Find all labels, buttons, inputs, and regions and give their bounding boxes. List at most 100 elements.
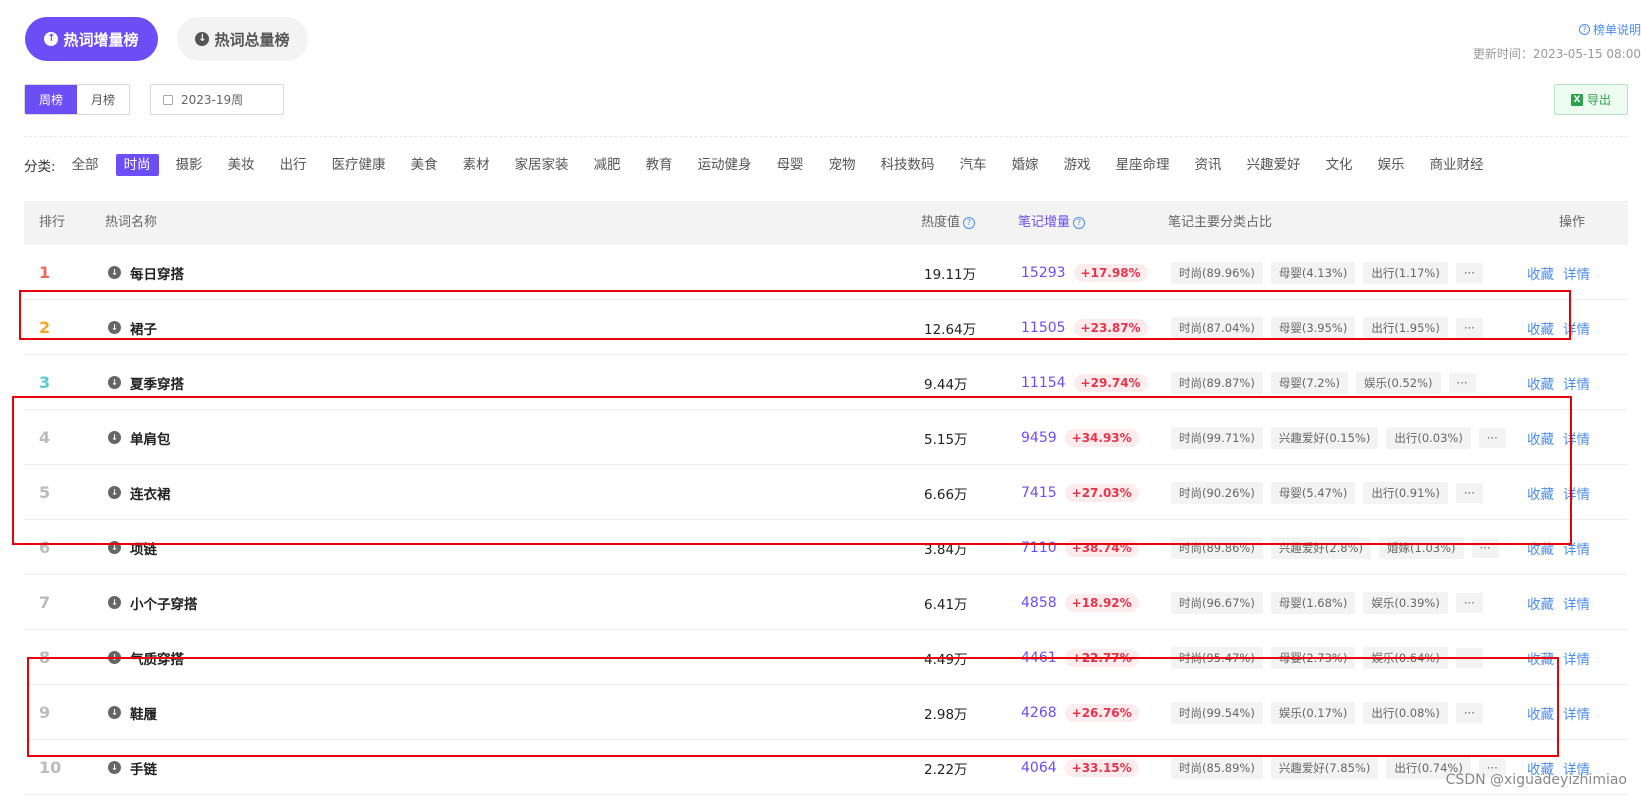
category-share-tag: 时尚(89.96%) [1171, 261, 1263, 284]
board-explain-link[interactable]: ? 榜单说明 [1578, 21, 1641, 38]
category-item[interactable]: 母婴 [769, 154, 812, 176]
category-share-tag: 娱乐(0.39%) [1363, 591, 1448, 614]
detail-link[interactable]: 详情 [1563, 373, 1590, 393]
category-item[interactable]: 资讯 [1187, 154, 1230, 176]
detail-link[interactable]: 详情 [1563, 263, 1590, 283]
table-row: 7 ↓ 小个子穿搭 6.41万 4858 +18.92% 时尚(96.67%) 母婴(1.68… [24, 575, 1628, 630]
detail-link[interactable]: 详情 [1563, 593, 1590, 613]
category-share-tag: 娱乐(0.52%) [1356, 371, 1441, 394]
hotword-icon: ↓ [108, 761, 121, 774]
increment-value: 4858 [1021, 594, 1057, 611]
header-heat: 热度值? [921, 201, 976, 245]
table-header: 排行 热词名称 热度值? 笔记增量? 笔记主要分类占比 操作 [24, 201, 1628, 245]
more-tags-button[interactable]: ··· [1455, 262, 1483, 283]
favorite-link[interactable]: 收藏 [1527, 373, 1554, 393]
header-name: 热词名称 [105, 215, 158, 230]
question-icon[interactable]: ? [1073, 216, 1086, 229]
category-item[interactable]: 美妆 [220, 154, 263, 176]
increment-value: 15293 [1021, 264, 1066, 281]
hotword-icon: ↓ [108, 596, 121, 609]
annotation-box [19, 290, 1571, 340]
category-item[interactable]: 医疗健康 [324, 154, 394, 176]
category-share-tags: 时尚(96.67%) 母婴(1.68%) 娱乐(0.39%) ··· [1171, 575, 1491, 630]
header-heat-label: 热度值 [921, 215, 961, 230]
increment-value: 11154 [1021, 374, 1066, 391]
watermark: CSDN @xiguadeyizhimiao [1445, 772, 1627, 788]
category-item[interactable]: 美食 [403, 154, 446, 176]
category-share-tag: 兴趣爱好(7.85%) [1270, 756, 1379, 779]
heat-value: 6.41万 [924, 596, 968, 613]
category-share-tag: 母婴(7.2%) [1270, 371, 1349, 394]
category-item[interactable]: 家居家装 [507, 154, 577, 176]
hotword-name[interactable]: ↓ 小个子穿搭 [108, 575, 198, 630]
arrow-down-circle-icon: ↓ [195, 32, 210, 46]
question-icon[interactable]: ? [963, 216, 976, 229]
more-tags-button[interactable]: ··· [1448, 372, 1476, 393]
category-item[interactable]: 汽车 [952, 154, 995, 176]
export-label: 导出 [1586, 93, 1611, 107]
more-tags-button[interactable]: ··· [1455, 592, 1483, 613]
period-toggle: 周榜 月榜 [24, 84, 130, 115]
header-rank: 排行 [39, 215, 66, 230]
category-item[interactable]: 科技数码 [873, 154, 943, 176]
category-share-tag: 出行(1.17%) [1363, 261, 1448, 284]
increment-percent-badge: +29.74% [1073, 373, 1148, 392]
category-item[interactable]: 全部 [64, 154, 107, 176]
category-share-tag: 时尚(89.87%) [1171, 371, 1263, 394]
increment-percent-badge: +17.98% [1073, 263, 1148, 282]
category-item[interactable]: 出行 [272, 154, 315, 176]
row-actions: 收藏 详情 [1527, 575, 1599, 630]
week-button[interactable]: 周榜 [25, 85, 77, 114]
month-button[interactable]: 月榜 [77, 85, 129, 114]
header-inc-label: 笔记增量 [1018, 215, 1071, 230]
hotword-label: 夏季穿搭 [130, 376, 184, 393]
date-value: 2023-19周 [181, 93, 244, 107]
date-picker[interactable]: 2023-19周 [150, 84, 284, 115]
category-item[interactable]: 婚嫁 [1004, 154, 1047, 176]
export-button[interactable]: X 导出 [1554, 84, 1628, 115]
question-icon: ? [1578, 24, 1590, 35]
category-item[interactable]: 减肥 [586, 154, 629, 176]
category-item[interactable]: 时尚 [115, 154, 159, 176]
annotation-box [12, 396, 1572, 545]
category-item[interactable]: 运动健身 [690, 154, 760, 176]
category-item[interactable]: 摄影 [168, 154, 211, 176]
category-bar: 分类: 全部 时尚 摄影 美妆 出行 医疗健康 美食 素材 家居家装 减肥 教育 运动健身 母婴 宠物 科技… [24, 154, 1501, 176]
category-label: 分类: [24, 159, 56, 175]
annotation-box [27, 657, 1559, 757]
category-item[interactable]: 素材 [455, 154, 498, 176]
header-category-share: 笔记主要分类占比 [1168, 215, 1273, 230]
hotword-label: 每日穿搭 [130, 266, 184, 283]
tab-hotword-increment[interactable]: ↑ 热词增量榜 [25, 17, 158, 61]
hotword-label: 手链 [130, 761, 157, 778]
update-time: 更新时间：2023-05-15 08:00 [1472, 47, 1641, 61]
rank-number: 7 [39, 593, 51, 612]
hotword-label: 小个子穿搭 [130, 596, 198, 613]
category-item[interactable]: 星座命理 [1108, 154, 1178, 176]
category-item[interactable]: 文化 [1318, 154, 1361, 176]
calendar-icon [163, 94, 173, 105]
tab-hotword-total[interactable]: ↓ 热词总量榜 [177, 17, 308, 61]
category-item[interactable]: 商业财经 [1422, 154, 1492, 176]
header-note-increment[interactable]: 笔记增量? [1018, 201, 1086, 245]
header-ops: 操作 [1559, 215, 1586, 230]
category-item[interactable]: 游戏 [1056, 154, 1099, 176]
category-item[interactable]: 教育 [638, 154, 681, 176]
category-item[interactable]: 娱乐 [1370, 154, 1413, 176]
hotword-icon: ↓ [108, 376, 121, 389]
category-share-tag: 母婴(1.68%) [1270, 591, 1356, 614]
increment-percent-badge: +18.92% [1064, 593, 1139, 612]
increment-percent-badge: +33.15% [1064, 758, 1139, 777]
favorite-link[interactable]: 收藏 [1527, 593, 1554, 613]
board-tabs: ↑ 热词增量榜 ↓ 热词总量榜 [25, 17, 308, 61]
note-increment: 4858 +18.92% [1021, 575, 1139, 630]
explain-label: 榜单说明 [1592, 23, 1641, 37]
increment-value: 4064 [1021, 759, 1057, 776]
category-item[interactable]: 宠物 [821, 154, 864, 176]
favorite-link[interactable]: 收藏 [1527, 263, 1554, 283]
divider [24, 136, 1628, 137]
excel-icon: X [1570, 93, 1583, 106]
detail-link[interactable]: 详情 [1563, 648, 1590, 668]
detail-link[interactable]: 详情 [1563, 703, 1590, 723]
category-item[interactable]: 兴趣爱好 [1239, 154, 1309, 176]
